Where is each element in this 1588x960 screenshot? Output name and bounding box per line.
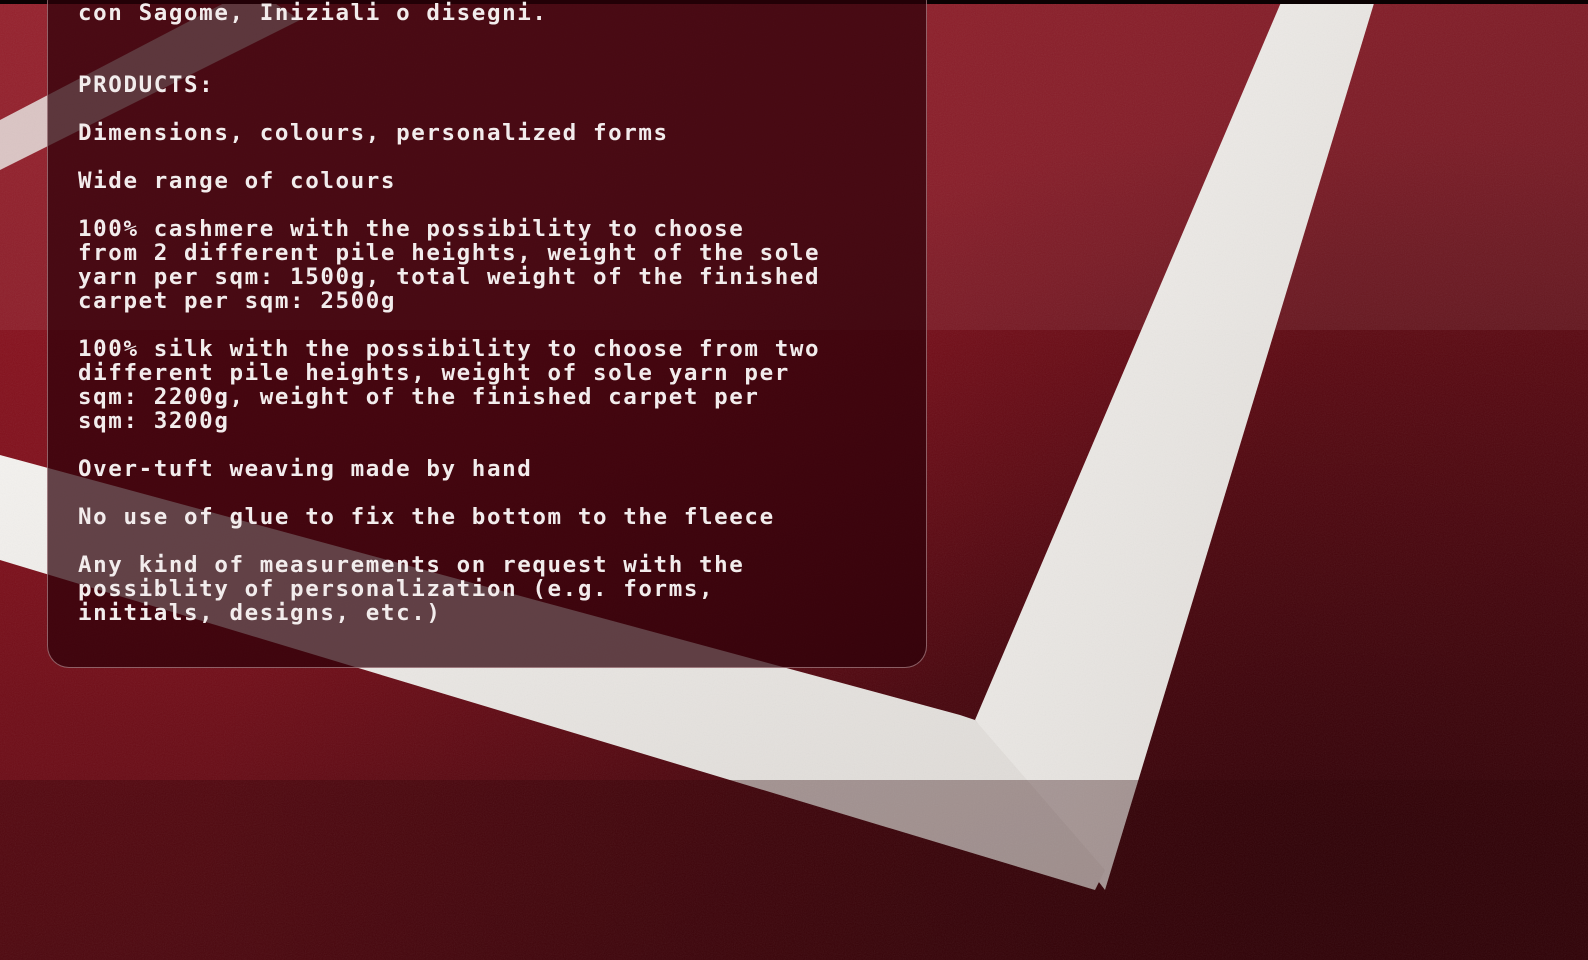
intro-text: con Sagome, Iniziali o disegni.	[78, 0, 548, 26]
product-cashmere: 100% cashmere with the possibility to ch…	[78, 216, 821, 314]
product-measurements: Any kind of measurements on request with…	[78, 552, 745, 626]
product-weaving: Over-tuft weaving made by hand	[78, 456, 533, 482]
products-info-panel: con Sagome, Iniziali o disegni. PRODUCTS…	[47, 0, 927, 668]
product-no-glue: No use of glue to fix the bottom to the …	[78, 504, 775, 530]
background-carpet-image: con Sagome, Iniziali o disegni. PRODUCTS…	[0, 0, 1588, 960]
product-colours: Wide range of colours	[78, 168, 397, 194]
product-dimensions: Dimensions, colours, personalized forms	[78, 120, 669, 146]
products-heading: PRODUCTS:	[78, 72, 215, 98]
product-silk: 100% silk with the possibility to choose…	[78, 336, 821, 434]
